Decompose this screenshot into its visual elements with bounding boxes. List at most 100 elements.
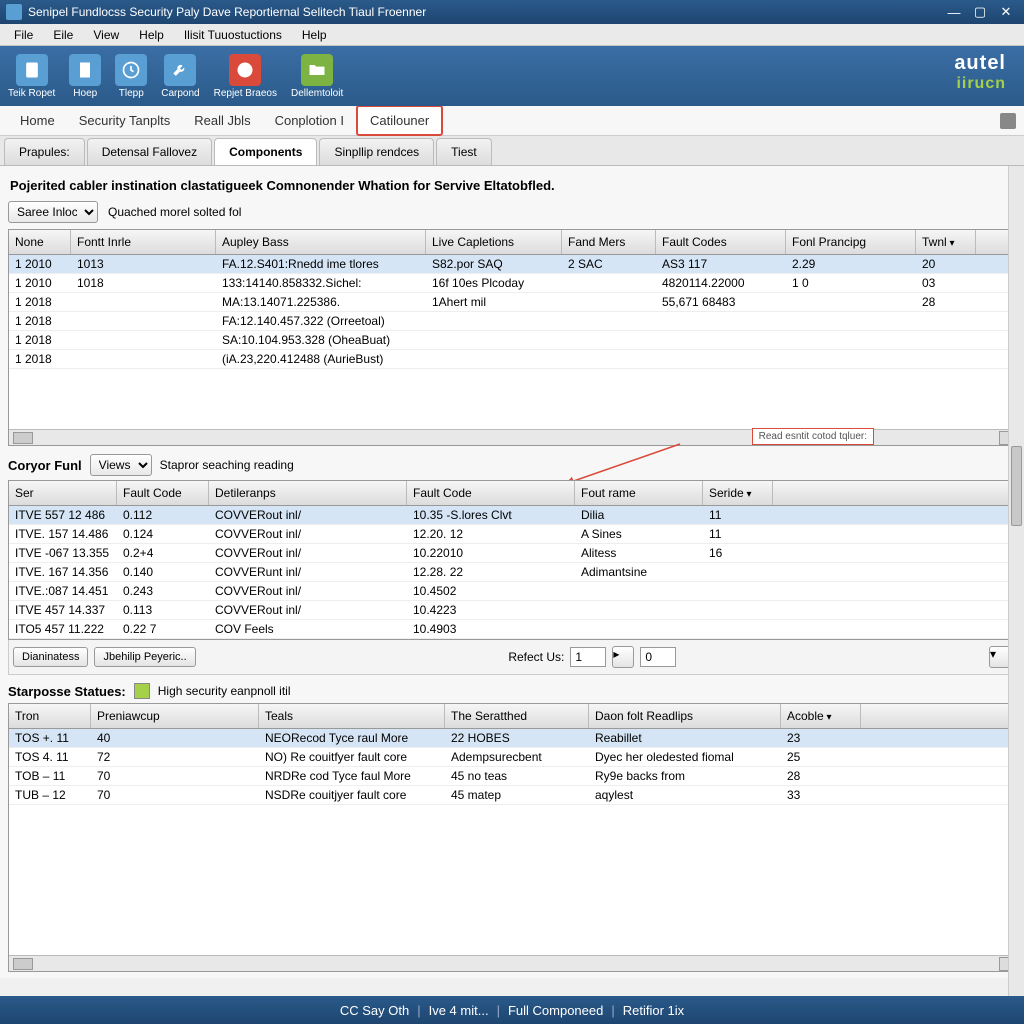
ribbon-dellemtoloit[interactable]: Dellemtoloit	[291, 54, 343, 99]
close-button[interactable]: ✕	[994, 3, 1018, 21]
table-row[interactable]: 1 20101013FA.12.S401:Rnedd ime tloresS82…	[9, 255, 1015, 274]
col-twnl[interactable]: Twnl	[916, 230, 976, 254]
col2-fout[interactable]: Fout rame	[575, 481, 703, 505]
col-fonl[interactable]: Fonl Prancipg	[786, 230, 916, 254]
col2-seride[interactable]: Seride	[703, 481, 773, 505]
table-row[interactable]: 1 2018(iA.23,220.412488 (AurieBust)	[9, 350, 1015, 369]
table-cell: 03	[916, 274, 976, 292]
status-1: CC Say Oth	[340, 1003, 409, 1018]
subtab-prapules[interactable]: Prapules:	[4, 138, 85, 165]
col2-detil[interactable]: Detileranps	[209, 481, 407, 505]
menu-help2[interactable]: Help	[292, 25, 337, 45]
menu-instructions[interactable]: Ilisit Tuuostuctions	[174, 25, 292, 45]
status-2[interactable]: Ive 4 mit...	[429, 1003, 489, 1018]
views-select[interactable]: Views	[90, 454, 152, 476]
table-row[interactable]: 1 2018MA:13.14071.225386.1Ahert mil55,67…	[9, 293, 1015, 312]
col2-ser[interactable]: Ser	[9, 481, 117, 505]
table-cell: Alitess	[575, 544, 703, 562]
refect-input2[interactable]	[640, 647, 676, 667]
table-row[interactable]: ITVE 557 12 4860.112COVVERout inl/10.35 …	[9, 506, 1015, 525]
subtab-components[interactable]: Components	[214, 138, 317, 165]
menu-view[interactable]: View	[83, 25, 129, 45]
tab-home[interactable]: Home	[8, 107, 67, 134]
tab-catilouner[interactable]: Catilouner	[356, 105, 443, 136]
settings-icon[interactable]	[1000, 113, 1016, 129]
maximize-button[interactable]: ▢	[968, 3, 992, 21]
ribbon-hoep[interactable]: Hoep	[69, 54, 101, 99]
table-cell	[916, 331, 976, 349]
table-row[interactable]: 1 2018FA:12.140.457.322 (Orreetoal)	[9, 312, 1015, 331]
content-vscroll[interactable]	[1008, 166, 1024, 996]
ribbon-repjet[interactable]: Repjet Braeos	[214, 54, 277, 99]
table-row[interactable]: ITVE -067 13.3550.2+4COVVERout inl/10.22…	[9, 544, 1015, 563]
app-icon	[6, 4, 22, 20]
table-row[interactable]: TOS 4. 1172NO) Re couitfyer fault coreAd…	[9, 748, 1015, 767]
col-none[interactable]: None	[9, 230, 71, 254]
col-aupley[interactable]: Aupley Bass	[216, 230, 426, 254]
col2-fault[interactable]: Fault Code	[117, 481, 209, 505]
col3-tron[interactable]: Tron	[9, 704, 91, 728]
col-fontt[interactable]: Fontt Inrle	[71, 230, 216, 254]
refect-input1[interactable]	[570, 647, 606, 667]
table-cell: Adempsurecbent	[445, 748, 589, 766]
table-cell: ITVE 457 14.337	[9, 601, 117, 619]
col3-acoble[interactable]: Acoble	[781, 704, 861, 728]
table-row[interactable]: TOS +. 1140NEORecod Tyce raul More22 HOB…	[9, 729, 1015, 748]
table-cell	[562, 312, 656, 330]
table-cell: MA:13.14071.225386.	[216, 293, 426, 311]
table-row[interactable]: 1 2018SA:10.104.953.328 (OheaBuat)	[9, 331, 1015, 350]
ribbon-carpond[interactable]: Carpond	[161, 54, 199, 99]
table-cell: NSDRe couitjyer fault core	[259, 786, 445, 804]
col3-daon[interactable]: Daon folt Readlips	[589, 704, 781, 728]
table-cell: S82.por SAQ	[426, 255, 562, 273]
status-4[interactable]: Retifior 1ix	[623, 1003, 684, 1018]
table-cell: 2 SAC	[562, 255, 656, 273]
col-fault[interactable]: Fault Codes	[656, 230, 786, 254]
col-live[interactable]: Live Capletions	[426, 230, 562, 254]
table-cell: SA:10.104.953.328 (OheaBuat)	[216, 331, 426, 349]
table-cell	[426, 331, 562, 349]
table-cell: aqylest	[589, 786, 781, 804]
table-row[interactable]: TOB – 1170NRDRe cod Tyce faul More45 no …	[9, 767, 1015, 786]
status-3[interactable]: Full Componeed	[508, 1003, 603, 1018]
ribbon-teik-ropet[interactable]: Teik Ropet	[8, 54, 55, 99]
tab-security[interactable]: Security Tanplts	[67, 107, 183, 134]
filter-select[interactable]: Saree Inloc.	[8, 201, 98, 223]
table-cell	[562, 274, 656, 292]
grid3-hscroll[interactable]	[9, 955, 1015, 971]
subtab-tiest[interactable]: Tiest	[436, 138, 492, 165]
menu-file[interactable]: File	[4, 25, 43, 45]
col3-teals[interactable]: Teals	[259, 704, 445, 728]
col-fand[interactable]: Fand Mers	[562, 230, 656, 254]
table-row[interactable]: ITVE. 157 14.4860.124COVVERout inl/12.20…	[9, 525, 1015, 544]
spin-button[interactable]: ▸	[612, 646, 634, 668]
table-cell: 22 HOBES	[445, 729, 589, 747]
ribbon-tlepp[interactable]: Tlepp	[115, 54, 147, 99]
minimize-button[interactable]: —	[942, 3, 966, 21]
subtab-detensal[interactable]: Detensal Fallovez	[87, 138, 212, 165]
table-cell	[71, 293, 216, 311]
status-grid: Tron Preniawcup Teals The Seratthed Daon…	[8, 703, 1016, 972]
menu-help[interactable]: Help	[129, 25, 174, 45]
table-cell	[703, 601, 773, 619]
tab-reall[interactable]: Reall Jbls	[182, 107, 262, 134]
tab-completion[interactable]: Conplotion I	[263, 107, 356, 134]
menu-eile[interactable]: Eile	[43, 25, 83, 45]
table-cell: 12.28. 22	[407, 563, 575, 581]
table-cell: 1018	[71, 274, 216, 292]
table-row[interactable]: 1 20101018133:14140.858332.Sichel:16f 10…	[9, 274, 1015, 293]
col3-serat[interactable]: The Seratthed	[445, 704, 589, 728]
table-row[interactable]: ITVE. 167 14.3560.140COVVERunt inl/12.28…	[9, 563, 1015, 582]
table-row[interactable]: ITVE.:087 14.4510.243COVVERout inl/10.45…	[9, 582, 1015, 601]
btn-dianinatess[interactable]: Dianinatess	[13, 647, 88, 667]
table-row[interactable]: ITO5 457 11.2220.22 7COV Feels10.4903	[9, 620, 1015, 639]
btn-jbehilip[interactable]: Jbehilip Peyeric..	[94, 647, 195, 667]
table-cell: ITO5 457 11.222	[9, 620, 117, 638]
col2-fault2[interactable]: Fault Code	[407, 481, 575, 505]
table-cell: 0.2+4	[117, 544, 209, 562]
col3-pren[interactable]: Preniawcup	[91, 704, 259, 728]
table-row[interactable]: TUB – 1270NSDRe couitjyer fault core45 m…	[9, 786, 1015, 805]
subtab-sinplip[interactable]: Sinpllip rendces	[319, 138, 434, 165]
brand-logo: autel iirucn	[954, 52, 1006, 93]
table-row[interactable]: ITVE 457 14.3370.113COVVERout inl/10.422…	[9, 601, 1015, 620]
